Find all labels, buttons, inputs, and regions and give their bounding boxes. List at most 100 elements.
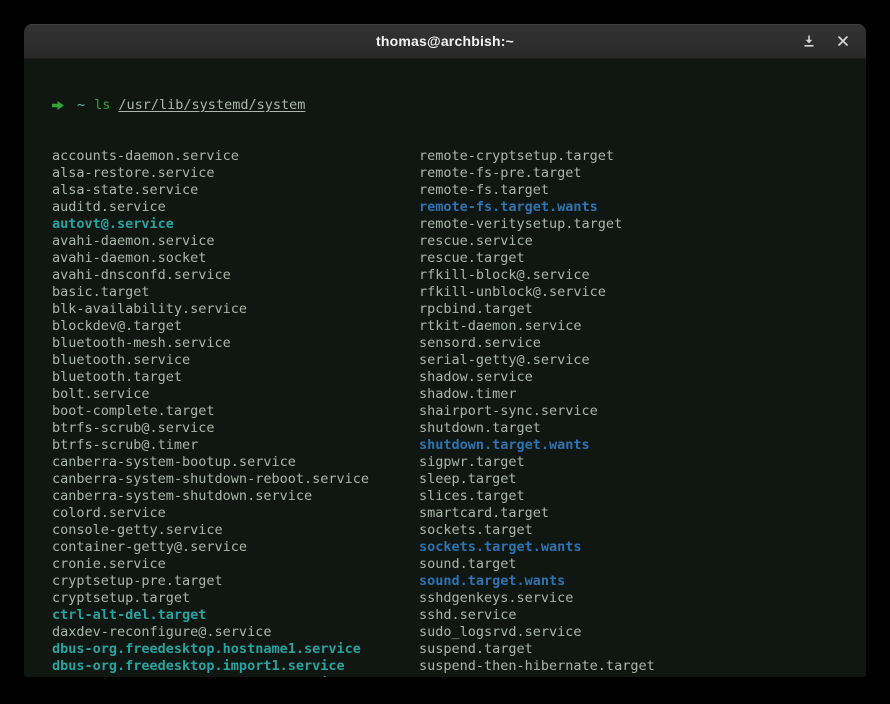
file-name: suspend-then-hibernate.target	[419, 658, 655, 675]
listing-row: container-getty@.servicesockets.target.w…	[52, 539, 860, 556]
file-name: rfkill-block@.service	[419, 267, 590, 284]
file-name: canberra-system-shutdown-reboot.service	[52, 471, 419, 488]
file-name: shutdown.target.wants	[419, 437, 590, 454]
file-name: sudo_logsrvd.service	[419, 624, 582, 641]
prompt-cwd: ~	[77, 97, 85, 114]
window-title: thomas@archbish:~	[376, 33, 514, 49]
file-name: shadow.timer	[419, 386, 517, 403]
terminal-screen[interactable]: ~ ls/usr/lib/systemd/system accounts-daem…	[24, 59, 866, 677]
listing-row: auditd.serviceremote-fs.target.wants	[52, 199, 860, 216]
listing-row: blk-availability.servicerpcbind.target	[52, 301, 860, 318]
file-name: bluetooth.service	[52, 352, 419, 369]
file-name: sleep.target	[419, 471, 517, 488]
file-name: sockets.target.wants	[419, 539, 582, 556]
file-name: auditd.service	[52, 199, 419, 216]
listing-row: alsa-restore.serviceremote-fs-pre.target	[52, 165, 860, 182]
prompt-command: ls	[94, 97, 110, 114]
file-name: accounts-daemon.service	[52, 148, 419, 165]
file-name: avahi-dnsconfd.service	[52, 267, 419, 284]
file-name: sockets.target	[419, 522, 533, 539]
listing-row: colord.servicesmartcard.target	[52, 505, 860, 522]
file-name: sshd.service	[419, 607, 517, 624]
listing-row: dbus-org.freedesktop.import1.servicesusp…	[52, 658, 860, 675]
listing-row: bolt.serviceshadow.timer	[52, 386, 860, 403]
listing-row: alsa-state.serviceremote-fs.target	[52, 182, 860, 199]
file-name: colord.service	[52, 505, 419, 522]
file-name: sensord.service	[419, 335, 541, 352]
file-name: dbus-org.freedesktop.hostname1.service	[52, 641, 419, 658]
listing-row: btrfs-scrub@.serviceshutdown.target	[52, 420, 860, 437]
file-name: cryptsetup-pre.target	[52, 573, 419, 590]
file-name: btrfs-scrub@.timer	[52, 437, 419, 454]
file-name: smartcard.target	[419, 505, 549, 522]
close-icon[interactable]	[834, 32, 852, 50]
listing-row: boot-complete.targetshairport-sync.servi…	[52, 403, 860, 420]
file-name: blockdev@.target	[52, 318, 419, 335]
listing-row: dbus-org.freedesktop.locale1.serviceswap…	[52, 675, 860, 677]
file-name: alsa-restore.service	[52, 165, 419, 182]
file-name: alsa-state.service	[52, 182, 419, 199]
prompt-arrow-icon	[52, 100, 64, 111]
listing-row: canberra-system-bootup.servicesigpwr.tar…	[52, 454, 860, 471]
listing-row: bluetooth.targetshadow.service	[52, 369, 860, 386]
listing-row: btrfs-scrub@.timershutdown.target.wants	[52, 437, 860, 454]
listing-row: daxdev-reconfigure@.servicesudo_logsrvd.…	[52, 624, 860, 641]
file-name: btrfs-scrub@.service	[52, 420, 419, 437]
file-name: rescue.target	[419, 250, 525, 267]
file-name: canberra-system-shutdown.service	[52, 488, 419, 505]
file-name: daxdev-reconfigure@.service	[52, 624, 419, 641]
file-name: ctrl-alt-del.target	[52, 607, 419, 624]
file-name: avahi-daemon.socket	[52, 250, 419, 267]
listing-row: console-getty.servicesockets.target	[52, 522, 860, 539]
file-name: rfkill-unblock@.service	[419, 284, 606, 301]
listing-row: canberra-system-shutdown.serviceslices.t…	[52, 488, 860, 505]
listing-row: cronie.servicesound.target	[52, 556, 860, 573]
file-name: basic.target	[52, 284, 419, 301]
listing-row: bluetooth.serviceserial-getty@.service	[52, 352, 860, 369]
titlebar-actions	[800, 24, 852, 58]
file-name: shutdown.target	[419, 420, 541, 437]
listing-row: avahi-daemon.socketrescue.target	[52, 250, 860, 267]
download-icon[interactable]	[800, 32, 818, 50]
file-name: remote-fs.target.wants	[419, 199, 598, 216]
file-name: sshdgenkeys.service	[419, 590, 573, 607]
listing-row: avahi-daemon.servicerescue.service	[52, 233, 860, 250]
file-name: bolt.service	[52, 386, 419, 403]
listing-row: blockdev@.targetrtkit-daemon.service	[52, 318, 860, 335]
listing-row: autovt@.serviceremote-veritysetup.target	[52, 216, 860, 233]
file-name: console-getty.service	[52, 522, 419, 539]
file-name: canberra-system-bootup.service	[52, 454, 419, 471]
listing-row: dbus-org.freedesktop.hostname1.servicesu…	[52, 641, 860, 658]
listing-row: basic.targetrfkill-unblock@.service	[52, 284, 860, 301]
file-name: slices.target	[419, 488, 525, 505]
file-listing: accounts-daemon.serviceremote-cryptsetup…	[52, 148, 860, 677]
titlebar[interactable]: thomas@archbish:~	[24, 24, 866, 59]
listing-row: ctrl-alt-del.targetsshd.service	[52, 607, 860, 624]
file-name: shadow.service	[419, 369, 533, 386]
file-name: avahi-daemon.service	[52, 233, 419, 250]
file-name: rtkit-daemon.service	[419, 318, 582, 335]
file-name: remote-fs.target	[419, 182, 549, 199]
listing-row: canberra-system-shutdown-reboot.services…	[52, 471, 860, 488]
file-name: sound.target	[419, 556, 517, 573]
file-name: boot-complete.target	[52, 403, 419, 420]
listing-row: cryptsetup-pre.targetsound.target.wants	[52, 573, 860, 590]
file-name: rpcbind.target	[419, 301, 533, 318]
file-name: blk-availability.service	[52, 301, 419, 318]
listing-row: bluetooth-mesh.servicesensord.service	[52, 335, 860, 352]
listing-row: avahi-dnsconfd.servicerfkill-block@.serv…	[52, 267, 860, 284]
shell-prompt: ~ ls/usr/lib/systemd/system	[52, 97, 860, 114]
file-name: bluetooth-mesh.service	[52, 335, 419, 352]
file-name: autovt@.service	[52, 216, 419, 233]
file-name: sigpwr.target	[419, 454, 525, 471]
file-name: dbus-org.freedesktop.import1.service	[52, 658, 419, 675]
file-name: suspend.target	[419, 641, 533, 658]
file-name: sound.target.wants	[419, 573, 565, 590]
file-name: container-getty@.service	[52, 539, 419, 556]
prompt-argument: /usr/lib/systemd/system	[118, 97, 305, 114]
file-name: bluetooth.target	[52, 369, 419, 386]
file-name: shairport-sync.service	[419, 403, 598, 420]
file-name: remote-veritysetup.target	[419, 216, 622, 233]
listing-row: accounts-daemon.serviceremote-cryptsetup…	[52, 148, 860, 165]
file-name: dbus-org.freedesktop.locale1.service	[52, 675, 419, 677]
